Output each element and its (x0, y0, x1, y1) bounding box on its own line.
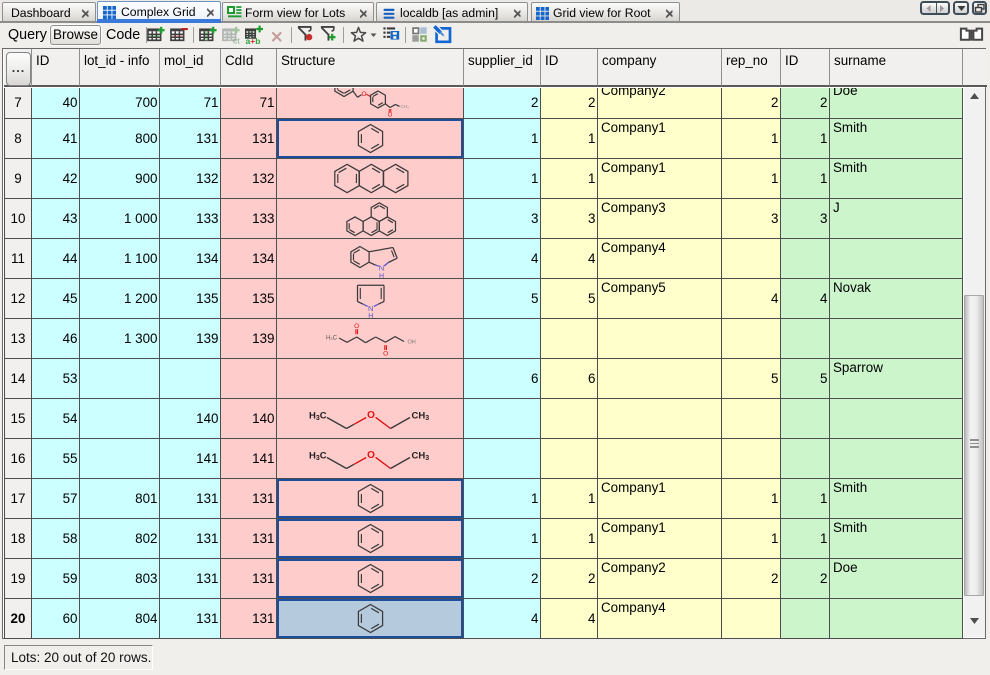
svg-text:CH₃: CH₃ (401, 104, 409, 109)
svg-text:OH: OH (408, 340, 416, 346)
svg-text:N: N (379, 264, 384, 273)
svg-text:a+b: a+b (246, 36, 261, 45)
svg-text:ct: ct (233, 36, 240, 46)
svg-text:H: H (368, 313, 373, 318)
svg-text:O: O (388, 113, 393, 119)
svg-text:O: O (367, 450, 375, 461)
svg-text:CH3: CH3 (412, 451, 430, 463)
svg-text:O: O (354, 323, 359, 330)
svg-text:O: O (367, 410, 375, 421)
svg-text:H3C: H3C (309, 411, 327, 423)
svg-text:H₃C: H₃C (326, 336, 338, 342)
svg-text:H3C: H3C (309, 451, 327, 463)
svg-text:O: O (361, 91, 366, 98)
svg-text:N: N (368, 304, 373, 313)
svg-text:CH3: CH3 (412, 411, 430, 423)
svg-text:O: O (383, 351, 388, 358)
svg-text:H: H (379, 273, 384, 278)
